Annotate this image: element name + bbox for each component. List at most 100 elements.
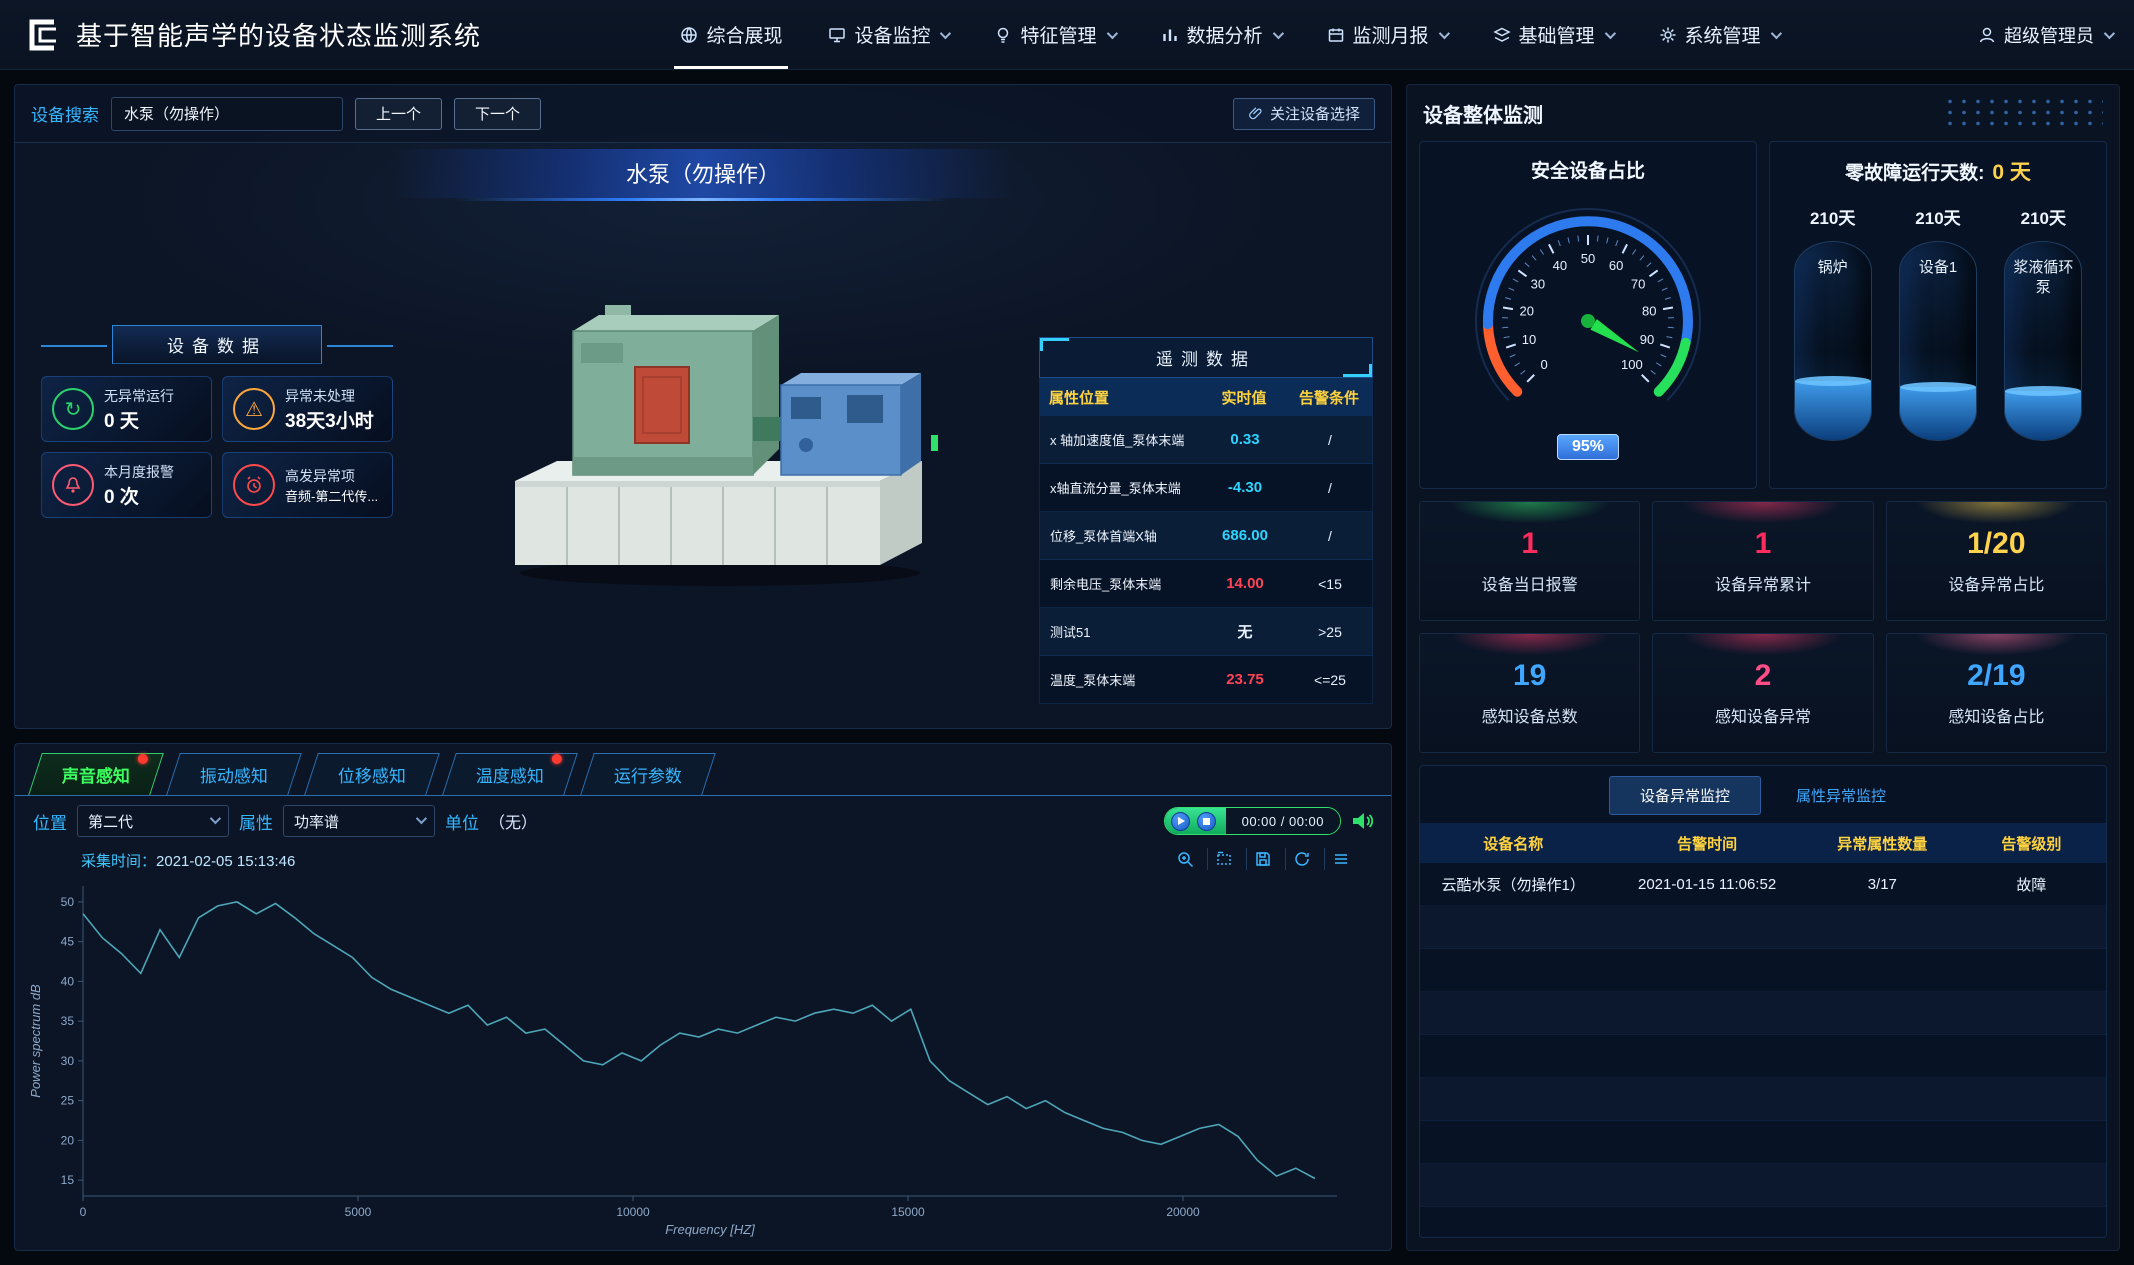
prev-device-button[interactable]: 上一个 [355, 98, 442, 130]
machine-3d-view[interactable] [485, 285, 955, 595]
overview-title: 设备整体监测 [1423, 99, 1543, 128]
nav-item-data-analysis[interactable]: 数据分析 [1161, 0, 1281, 69]
tab-vibration-sense[interactable]: 振动感知 [166, 753, 302, 795]
tank-item: 210天 设备1 [1899, 204, 1977, 441]
bulb-icon [994, 26, 1012, 44]
svg-text:30: 30 [61, 1054, 75, 1068]
nav-label: 基础管理 [1519, 21, 1595, 48]
stat-sensor-total: 19 感知设备总数 [1419, 633, 1640, 753]
alarm-table-header: 设备名称 告警时间 异常属性数量 告警级别 [1420, 823, 2106, 863]
tank-liquid [1795, 381, 1871, 440]
nav-label: 系统管理 [1685, 21, 1761, 48]
tab-displacement-sense[interactable]: 位移感知 [304, 753, 440, 795]
nav-item-base-mgmt[interactable]: 基础管理 [1493, 0, 1613, 69]
tank-cylinder: 浆液循环泵 [2004, 241, 2082, 441]
paperclip-icon [1248, 106, 1263, 121]
nav-item-overview[interactable]: 综合展现 [680, 0, 782, 69]
spectrum-line [83, 902, 1315, 1179]
viewer-toolbar: 设备搜索 上一个 下一个 关注设备选择 [15, 85, 1391, 143]
chevron-down-icon [2104, 27, 2115, 38]
next-device-button[interactable]: 下一个 [454, 98, 541, 130]
save-image-icon[interactable] [1246, 848, 1279, 870]
user-icon [1978, 26, 1996, 44]
stat-tile-month-alarm: 本月度报警 0 次 [41, 452, 212, 518]
nav-label: 监测月报 [1353, 21, 1429, 48]
tank-item: 210天 浆液循环泵 [2004, 204, 2082, 441]
user-name: 超级管理员 [2004, 22, 2094, 48]
overview-panel: 设备整体监测 安全设备占比 0102030405060708090100 95%… [1406, 84, 2120, 1251]
nav-item-feature-mgmt[interactable]: 特征管理 [994, 0, 1114, 69]
zero-fault-panel: 零故障运行天数: 0 天 210天 锅炉 210天 设备1 [1769, 141, 2107, 489]
chevron-down-icon [416, 812, 427, 823]
svg-text:25: 25 [61, 1094, 75, 1108]
table-row-empty [1420, 1164, 2106, 1207]
monitor-icon [828, 26, 846, 44]
telemetry-row: 温度_泵体末端 23.75 <=25 [1039, 656, 1373, 704]
datazoom-icon[interactable] [1169, 848, 1201, 870]
user-menu[interactable]: 超级管理员 [1978, 22, 2112, 48]
tank-liquid [2005, 391, 2081, 441]
dots-decoration [1943, 96, 2103, 130]
stat-sensor-ratio: 2/19 感知设备占比 [1886, 633, 2107, 753]
tab-attribute-alarm-monitor[interactable]: 属性异常监控 [1765, 776, 1917, 815]
tab-temperature-sense[interactable]: 温度感知 [442, 753, 578, 795]
attribute-label: 属性 [239, 809, 273, 834]
position-select[interactable]: 第二代 [77, 805, 229, 837]
volume-button[interactable] [1351, 810, 1373, 832]
follow-device-button[interactable]: 关注设备选择 [1233, 98, 1375, 130]
svg-text:90: 90 [1640, 332, 1654, 347]
chart-toolbox [1169, 848, 1357, 870]
play-button[interactable] [1171, 812, 1190, 831]
telemetry-header: 属性位置 实时值 告警条件 [1039, 378, 1373, 416]
restore-icon[interactable] [1285, 848, 1318, 870]
gauge-title: 安全设备占比 [1420, 142, 1756, 183]
y-axis-label: Power spectrum dB [28, 984, 43, 1098]
svg-text:30: 30 [1531, 277, 1545, 292]
telemetry-row: 剩余电压_泵体末端 14.00 <15 [1039, 560, 1373, 608]
table-row-empty [1420, 992, 2106, 1035]
attribute-select[interactable]: 功率谱 [283, 805, 435, 837]
bar-chart-icon [1161, 26, 1179, 44]
table-row-empty [1420, 906, 2106, 949]
navbar: 基于智能声学的设备状态监测系统 综合展现 设备监控 特征管理 数据分析 监测月报… [0, 0, 2134, 70]
table-row-empty [1420, 1078, 2106, 1121]
chevron-down-icon [1438, 27, 1449, 38]
tab-device-alarm-monitor[interactable]: 设备异常监控 [1609, 776, 1761, 815]
tab-run-params[interactable]: 运行参数 [580, 753, 716, 795]
telemetry-title: 遥测数据 [1039, 337, 1373, 378]
nav-label: 数据分析 [1187, 21, 1263, 48]
table-row-empty [1420, 949, 2106, 992]
x-axis-label: Frequency [HZ] [665, 1222, 755, 1237]
tank-cylinder: 设备1 [1899, 241, 1977, 441]
safety-gauge: 0102030405060708090100 [1448, 187, 1728, 437]
overview-header: 设备整体监测 [1419, 97, 2107, 129]
telemetry-row: x轴直流分量_泵体末端 -4.30 / [1039, 464, 1373, 512]
stats-grid: 1 设备当日报警 1 设备异常累计 1/20 设备异常占比 19 感知设备总数 … [1419, 501, 2107, 753]
nav-item-device-monitor[interactable]: 设备监控 [828, 0, 948, 69]
stat-abnormal-total: 1 设备异常累计 [1652, 501, 1873, 621]
device-search-input[interactable] [111, 97, 343, 131]
svg-text:70: 70 [1631, 277, 1645, 292]
stat-abnormal-ratio: 1/20 设备异常占比 [1886, 501, 2107, 621]
nav-item-monthly-report[interactable]: 监测月报 [1327, 0, 1447, 69]
stop-button[interactable] [1197, 812, 1216, 831]
tab-sound-sense[interactable]: 声音感知 [28, 753, 164, 795]
telemetry-row: 位移_泵体首端X轴 686.00 / [1039, 512, 1373, 560]
svg-text:10: 10 [1522, 332, 1536, 347]
table-row-empty [1420, 1035, 2106, 1078]
app-logo [22, 15, 62, 55]
svg-text:20: 20 [61, 1133, 75, 1147]
table-row[interactable]: 云酷水泵（勿操作1） 2021-01-15 11:06:52 3/17 故障 [1420, 863, 2106, 906]
nav-label: 设备监控 [854, 21, 930, 48]
svg-text:15: 15 [61, 1173, 75, 1187]
data-view-icon[interactable] [1324, 848, 1357, 870]
refresh-icon: ↻ [52, 388, 94, 430]
app-title: 基于智能声学的设备状态监测系统 [76, 16, 481, 53]
device-title-banner: 水泵（勿操作） [393, 149, 1013, 198]
position-label: 位置 [33, 809, 67, 834]
safety-gauge-panel: 安全设备占比 0102030405060708090100 95% [1419, 141, 1757, 489]
gauge-value-badge: 95% [1557, 434, 1619, 460]
nav-item-system-mgmt[interactable]: 系统管理 [1659, 0, 1779, 69]
zoom-reset-icon[interactable] [1207, 848, 1240, 870]
svg-text:50: 50 [61, 895, 75, 909]
